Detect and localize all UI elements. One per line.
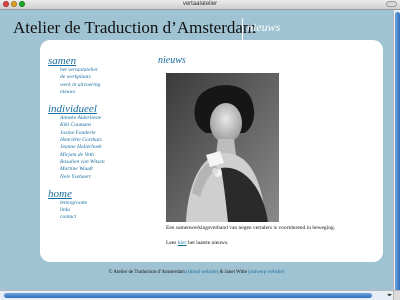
news-link[interactable]: hier <box>178 240 187 246</box>
resize-corner[interactable] <box>393 290 400 300</box>
nav-item-translator[interactable]: Josine Fonderie <box>60 130 148 137</box>
horizontal-scrollbar[interactable]: ◂▸ <box>0 290 393 300</box>
portrait-illustration <box>166 73 279 222</box>
vertical-scrollbar[interactable] <box>393 10 400 292</box>
news-text-before: Lees <box>166 240 177 246</box>
footer-link-design[interactable]: (ontwerp website) <box>248 270 284 275</box>
nav-item-lettergrootte[interactable]: lettergrootte <box>60 200 148 207</box>
nav-item-nieuws[interactable]: nieuws <box>60 89 148 96</box>
footer: © Atelier de Traduction d’Amsterdam (sit… <box>0 270 393 275</box>
section-title: nieuws <box>247 20 281 34</box>
vintage-portrait-photo <box>166 73 279 222</box>
news-text-after: het laatste nieuws. <box>188 240 229 246</box>
vertical-scroll-thumb[interactable] <box>395 12 400 292</box>
window-title: vertaalatelier <box>182 1 218 7</box>
content-title: nieuws <box>158 55 186 66</box>
content-text: Een samenwerkingsverband van negen verta… <box>166 225 376 247</box>
nav-item-contact[interactable]: contact <box>60 214 148 221</box>
nav-item-links[interactable]: links <box>60 207 148 214</box>
nav-item-translator[interactable]: Kiki Coumans <box>60 122 148 129</box>
nav-heading-individueel[interactable]: individueel <box>48 103 148 115</box>
sidebar-nav: samen het vertaalatelier de werkplaats w… <box>48 55 148 229</box>
nav-list-samen: het vertaalatelier de werkplaats werk in… <box>60 67 148 96</box>
scroll-arrows-icon[interactable]: ◂▸ <box>387 292 392 299</box>
nav-list-home: lettergrootte links contact <box>60 200 148 222</box>
nav-list-individueel: Anneke Alderlieste Kiki Coumans Josine F… <box>60 115 148 181</box>
nav-item-translator[interactable]: Rosalien van Witsen <box>60 159 148 166</box>
news-paragraph: Lees hier het laatste nieuws. <box>166 240 376 247</box>
nav-item-translator[interactable]: Nele Ysebaert <box>60 174 148 181</box>
nav-item-translator[interactable]: Mirjam de Veth <box>60 152 148 159</box>
title-divider <box>242 18 243 40</box>
nav-item-translator[interactable]: Martine Woudt <box>60 166 148 173</box>
nav-item-translator[interactable]: Jeanne Holierhoek <box>60 144 148 151</box>
footer-and-text: & Janet Witte <box>219 270 247 275</box>
window-titlebar: vertaalatelier <box>0 0 400 10</box>
footer-link-site[interactable]: (sitoud website) <box>186 270 218 275</box>
intro-paragraph: Een samenwerkingsverband van negen verta… <box>166 225 336 231</box>
horizontal-scroll-thumb[interactable] <box>4 293 372 298</box>
nav-heading-samen[interactable]: samen <box>48 55 148 67</box>
toolbar-toggle-button[interactable] <box>386 1 397 7</box>
nav-item-het-vertaalatelier[interactable]: het vertaalatelier <box>60 67 148 74</box>
site-title[interactable]: Atelier de Traduction d’Amsterdam <box>13 18 256 38</box>
footer-copyright: © Atelier de Traduction d’Amsterdam <box>108 270 185 275</box>
nav-item-translator[interactable]: Anneke Alderlieste <box>60 115 148 122</box>
content-panel: samen het vertaalatelier de werkplaats w… <box>40 40 383 262</box>
nav-item-translator[interactable]: Henriëtte Gorthuis <box>60 137 148 144</box>
nav-heading-home[interactable]: home <box>48 188 148 200</box>
web-page: Atelier de Traduction d’Amsterdam nieuws… <box>0 10 393 290</box>
nav-item-werk-in-uitvoering[interactable]: werk in uitvoering <box>60 82 148 89</box>
nav-item-de-werkplaats[interactable]: de werkplaats <box>60 74 148 81</box>
